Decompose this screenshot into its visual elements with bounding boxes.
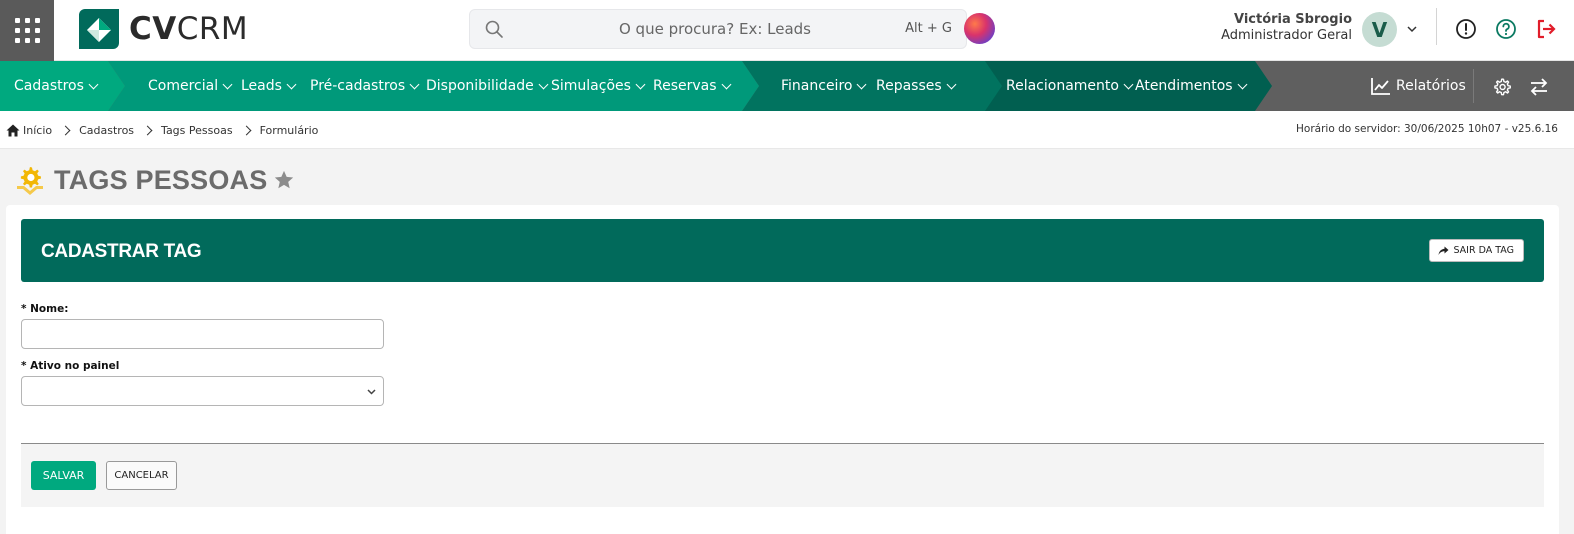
search-shortcut-hint: Alt + G: [905, 21, 952, 36]
chevron-down-icon: [409, 79, 420, 89]
chevron-down-icon: [538, 79, 549, 89]
nome-label: * Nome:: [21, 303, 69, 315]
user-role: Administrador Geral: [1221, 28, 1352, 43]
chevron-down-icon: [367, 389, 376, 395]
chevron-down-icon: [222, 79, 233, 89]
server-time: Horário do servidor: 30/06/2025 10h07 - …: [1296, 123, 1558, 135]
breadcrumb-tags-pessoas[interactable]: Tags Pessoas: [161, 124, 233, 137]
brand-name: CVCRM: [129, 11, 249, 47]
search-icon: [485, 20, 503, 38]
chevron-right-icon: [142, 125, 153, 135]
breadcrumb: Início Cadastros Tags Pessoas Formulário: [6, 111, 318, 149]
chevron-right-icon: [241, 125, 252, 135]
form-card: CADASTRAR TAG SAIR DA TAG * Nome: * Ativ…: [6, 205, 1559, 534]
apps-menu-button[interactable]: [0, 0, 54, 61]
brand-logo[interactable]: CVCRM: [79, 9, 248, 49]
gear-icon[interactable]: [1492, 77, 1512, 97]
main-nav: Cadastros Comercial Leads Pré-cadastros …: [0, 61, 1574, 111]
nav-repasses[interactable]: Repasses: [876, 61, 957, 111]
global-search[interactable]: Alt + G: [469, 9, 967, 49]
form-actions: SALVAR CANCELAR: [21, 443, 1544, 507]
share-arrow-icon: [1438, 246, 1449, 255]
info-icon[interactable]: [1454, 17, 1478, 41]
breadcrumb-cadastros[interactable]: Cadastros: [79, 124, 134, 137]
chevron-down-icon: [1237, 79, 1248, 89]
nav-disponibilidade[interactable]: Disponibilidade: [426, 61, 549, 111]
chevron-down-icon: [946, 79, 957, 89]
page-title: TAGS PESSOAS: [54, 164, 268, 195]
user-name: Victória Sbrogio: [1233, 12, 1352, 27]
ativo-painel-select[interactable]: [21, 376, 384, 406]
search-input[interactable]: [550, 10, 880, 48]
breadcrumb-inicio[interactable]: Início: [23, 124, 52, 137]
breadcrumb-bar: Início Cadastros Tags Pessoas Formulário…: [0, 111, 1574, 149]
chevron-down-icon: [857, 79, 867, 89]
chevron-right-icon: [60, 125, 71, 135]
ai-assistant-button[interactable]: [964, 13, 995, 44]
breadcrumb-formulario: Formulário: [259, 123, 319, 137]
nav-comercial[interactable]: Comercial: [148, 61, 233, 111]
form-header: CADASTRAR TAG SAIR DA TAG: [21, 219, 1544, 282]
ativo-painel-label: * Ativo no painel: [21, 360, 120, 372]
header-divider: [1436, 8, 1437, 45]
chevron-down-icon: [635, 79, 646, 89]
cancel-button[interactable]: CANCELAR: [106, 461, 177, 490]
form-title: CADASTRAR TAG: [41, 241, 202, 262]
nav-pre-cadastros[interactable]: Pré-cadastros: [310, 61, 420, 111]
nav-divider: [1473, 69, 1474, 103]
nav-leads[interactable]: Leads: [241, 61, 297, 111]
nav-relacionamento[interactable]: Relacionamento: [1006, 61, 1134, 111]
nav-reservas[interactable]: Reservas: [653, 61, 731, 111]
nav-atendimentos[interactable]: Atendimentos: [1135, 61, 1248, 111]
apps-grid-icon: [14, 18, 40, 43]
chevron-down-icon: [88, 79, 99, 89]
chevron-down-icon: [1123, 79, 1134, 89]
chevron-down-icon: [721, 79, 731, 89]
cvcrm-logo-icon: [79, 9, 119, 49]
arrows-swap-icon[interactable]: [1529, 77, 1549, 97]
home-icon[interactable]: [6, 124, 20, 137]
star-icon[interactable]: [273, 169, 295, 191]
logout-icon[interactable]: [1534, 17, 1558, 41]
nome-input[interactable]: [21, 319, 384, 349]
chart-line-icon: [1371, 78, 1390, 95]
help-icon[interactable]: [1494, 17, 1518, 41]
nav-simulacoes[interactable]: Simulações: [551, 61, 646, 111]
page-heading: TAGS PESSOAS: [14, 160, 295, 200]
exit-tag-button[interactable]: SAIR DA TAG: [1429, 239, 1524, 262]
user-info[interactable]: Victória Sbrogio Administrador Geral: [1180, 12, 1352, 43]
save-button[interactable]: SALVAR: [31, 461, 96, 490]
chevron-down-icon[interactable]: [1405, 22, 1419, 36]
tag-gear-icon: [17, 167, 43, 195]
nav-cadastros[interactable]: Cadastros: [14, 61, 99, 111]
avatar[interactable]: V: [1362, 12, 1397, 47]
nav-financeiro[interactable]: Financeiro: [781, 61, 867, 111]
top-bar: CVCRM Alt + G Victória Sbrogio Administr…: [0, 0, 1574, 61]
chevron-down-icon: [286, 79, 297, 89]
nav-relatorios[interactable]: Relatórios: [1371, 61, 1466, 111]
